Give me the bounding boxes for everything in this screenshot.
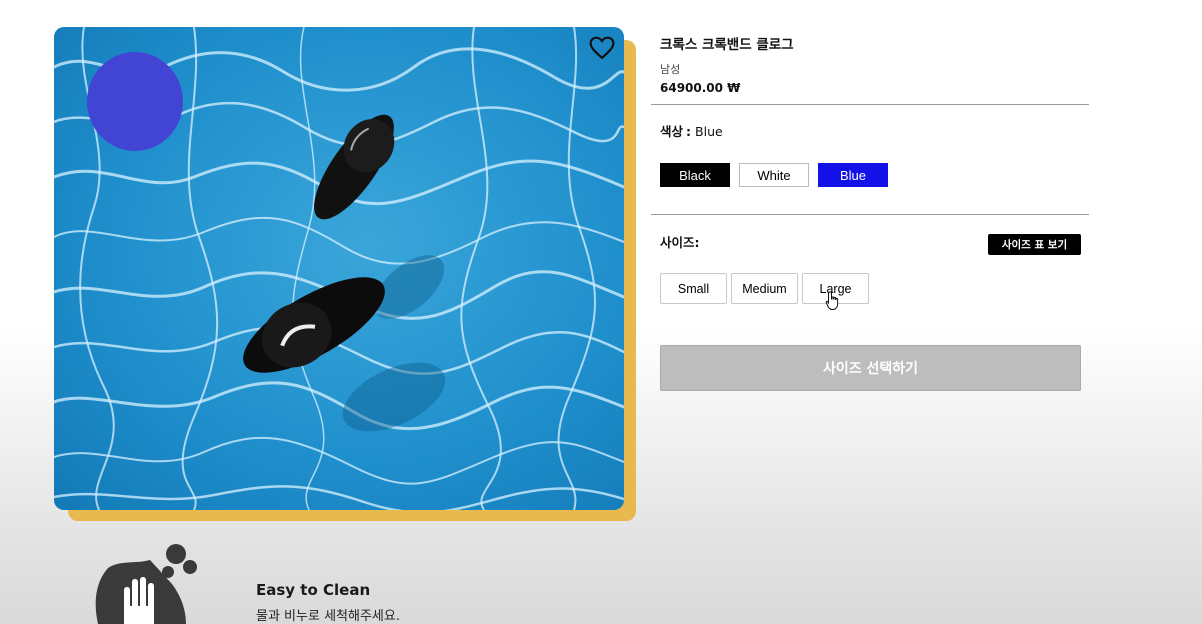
color-option-black[interactable]: Black (660, 163, 730, 187)
select-size-button[interactable]: 사이즈 선택하기 (660, 345, 1081, 391)
heart-icon[interactable] (589, 36, 615, 60)
color-dot-indicator (87, 52, 183, 151)
color-option-blue[interactable]: Blue (818, 163, 888, 187)
color-colon: : (686, 124, 692, 139)
size-label: 사이즈: (660, 235, 700, 250)
color-option-white[interactable]: White (739, 163, 809, 187)
washing-hands-icon (95, 544, 197, 624)
product-gender: 남성 (660, 63, 681, 76)
color-selection-label: 색상: Blue (660, 121, 723, 140)
divider-middle (651, 214, 1089, 215)
feature-description: 물과 비누로 세척해주세요. (256, 609, 400, 624)
selected-color-value: Blue (695, 124, 723, 139)
divider-top (651, 104, 1089, 105)
size-option-small[interactable]: Small (660, 273, 727, 304)
product-image (54, 27, 624, 510)
feature-title: Easy to Clean (256, 581, 371, 599)
product-price: 64900.00 ₩ (660, 81, 741, 95)
size-option-medium[interactable]: Medium (731, 273, 798, 304)
color-label: 색상 (660, 124, 684, 139)
size-chart-button[interactable]: 사이즈 표 보기 (988, 234, 1081, 255)
product-title: 크록스 크록밴드 클로그 (660, 37, 794, 53)
hand-pointer-cursor-icon (825, 291, 839, 310)
